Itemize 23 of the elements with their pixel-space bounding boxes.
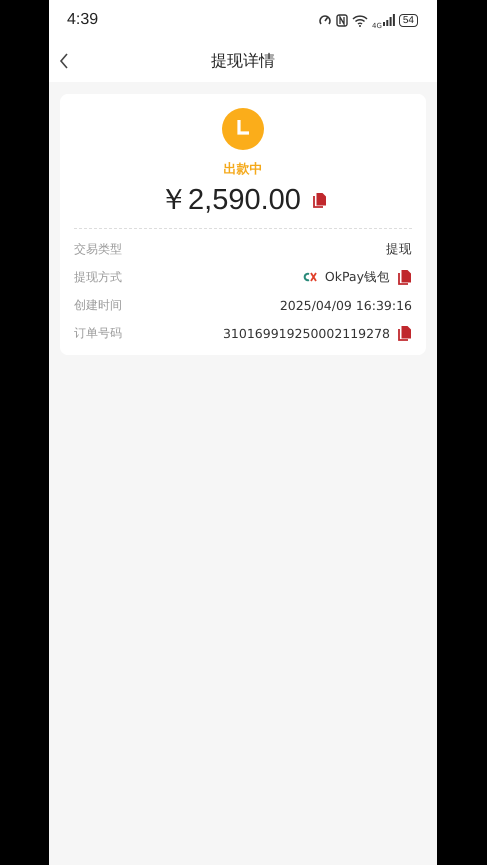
wifi-icon [352,14,368,26]
nfc-icon [336,14,348,26]
speedometer-icon [318,13,332,27]
detail-value: OkPay钱包 [324,268,390,286]
copy-icon[interactable] [398,325,412,341]
signal-icon [382,14,395,26]
status-label: 出款中 [224,161,262,178]
detail-value: 310169919250002119278 [222,326,390,340]
copy-icon[interactable] [398,269,412,285]
detail-label: 订单号码 [74,324,122,342]
detail-label: 创建时间 [74,296,122,314]
page-title: 提现详情 [211,50,275,72]
detail-value: 提现 [386,240,412,258]
status-time: 4:39 [67,11,98,29]
wallet-logo-icon [302,272,317,282]
detail-value: 2025/04/09 16:39:16 [280,298,412,312]
copy-icon[interactable] [312,192,327,208]
battery-indicator: 54 [398,14,418,26]
detail-label: 提现方式 [74,268,122,286]
back-icon[interactable] [59,53,69,69]
clock-icon [222,108,264,150]
amount-text: ￥2,590.00 [159,183,301,218]
detail-label: 交易类型 [74,240,122,258]
